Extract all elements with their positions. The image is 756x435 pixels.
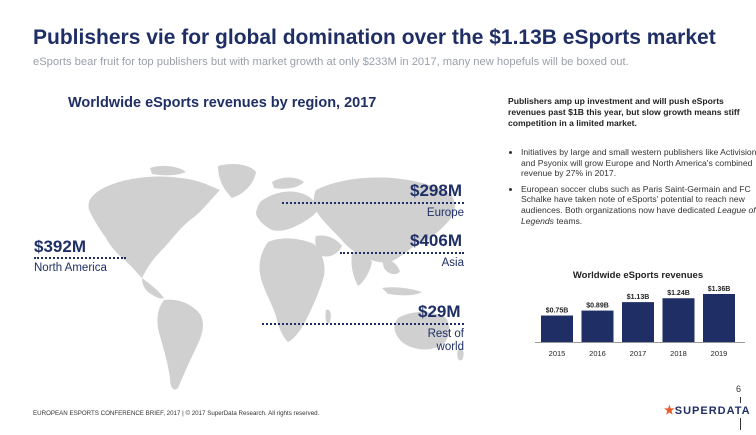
rest-of-world-value: $29M: [418, 302, 461, 321]
summary-bullets: Initiatives by large and small western p…: [508, 147, 756, 231]
page-subtitle: eSports bear fruit for top publishers bu…: [33, 56, 629, 68]
superdata-logo: ★SUPERDATA: [664, 403, 751, 417]
revenue-bar-chart: $0.75B 2015 $0.89B 2016 $1.13B 2017 $1.24B 2018…: [535, 286, 745, 358]
bar-value-label: $0.89B: [586, 303, 609, 310]
page-number: 6: [736, 384, 742, 394]
x-tick-label: 2018: [670, 349, 687, 358]
bar-2017: [622, 302, 654, 342]
summary-lead: Publishers amp up investment and will pu…: [508, 96, 740, 128]
footer-text: EUROPEAN ESPORTS CONFERENCE BRIEF, 2017 …: [33, 410, 320, 417]
north-america-leader: [34, 257, 126, 259]
x-tick-label: 2016: [589, 349, 606, 358]
page-divider-bottom: [740, 418, 741, 430]
map-title: Worldwide eSports revenues by region, 20…: [68, 95, 377, 111]
chart-title: Worldwide eSports revenues: [572, 270, 704, 281]
bar-value-label: $0.75B: [546, 308, 569, 315]
asia-label: Asia: [441, 257, 464, 269]
north-america-value: $392M: [34, 237, 86, 256]
rest-of-world-leader: [262, 323, 464, 325]
europe-label: Europe: [426, 207, 464, 219]
bar-value-label: $1.24B: [667, 290, 690, 297]
asia-value: $406M: [410, 231, 462, 250]
europe-leader: [282, 202, 464, 204]
bar-2016: [581, 310, 614, 342]
rest-of-world-label: Rest of world: [427, 328, 464, 353]
summary-bullet: European soccer clubs such as Paris Sain…: [521, 184, 756, 226]
bar-2019: [703, 294, 735, 342]
logo-text: SUPERDATA: [674, 405, 751, 417]
north-america-label: North America: [34, 262, 107, 274]
europe-value: $298M: [410, 181, 462, 200]
summary-bullet-text: teams.: [553, 215, 583, 226]
summary-bullet: Initiatives by large and small western p…: [521, 147, 756, 179]
bar-2015: [541, 315, 573, 342]
bar-value-label: $1.13B: [627, 294, 650, 301]
bar-2018: [662, 298, 695, 342]
x-tick-label: 2019: [711, 349, 728, 358]
x-tick-label: 2017: [630, 349, 647, 358]
page-title: Publishers vie for global domination ove…: [33, 26, 716, 49]
bar-value-label: $1.36B: [708, 286, 731, 293]
asia-leader: [340, 252, 464, 254]
star-icon: ★: [664, 403, 675, 417]
x-tick-label: 2015: [549, 349, 566, 358]
